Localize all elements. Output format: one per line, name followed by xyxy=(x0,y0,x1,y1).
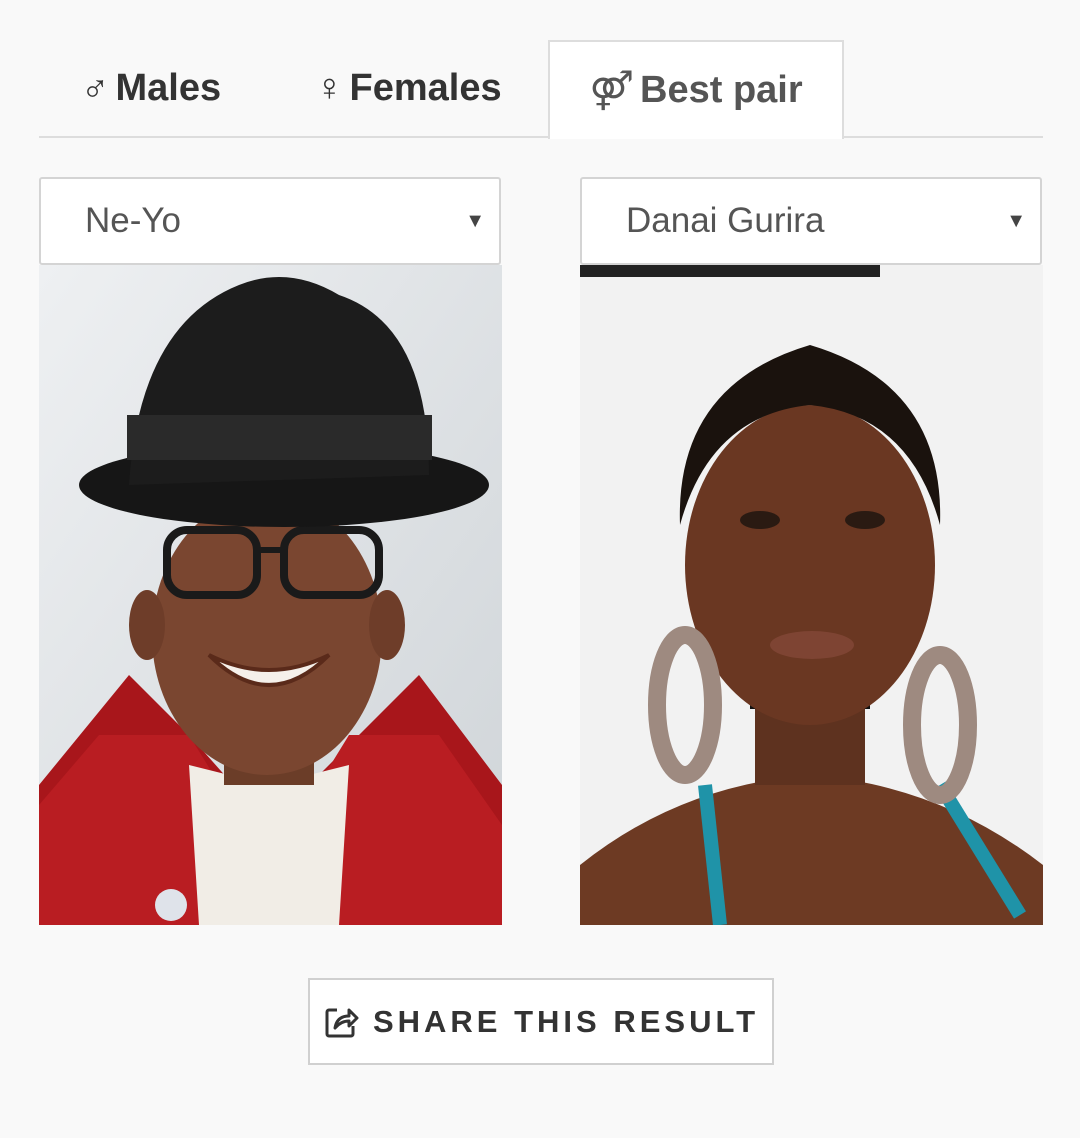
male-symbol-icon: ♂ xyxy=(81,67,110,109)
tab-males-label: Males xyxy=(115,67,222,109)
chevron-down-icon: ▼ xyxy=(465,210,485,232)
female-photo xyxy=(580,265,1043,925)
male-photo xyxy=(39,265,502,925)
tab-best-pair[interactable]: ⚤ Best pair xyxy=(548,40,844,139)
male-select-value: Ne-Yo xyxy=(85,201,181,240)
share-result-label: SHARE THIS RESULT xyxy=(372,1003,760,1039)
tab-females[interactable]: ♀ Females xyxy=(315,40,502,137)
tab-females-label: Females xyxy=(349,67,502,109)
tab-bar: ♂ Males ♀ Females ⚤ Best pair xyxy=(39,40,1043,139)
chevron-down-icon: ▼ xyxy=(1006,210,1026,232)
female-select[interactable]: Danai Gurira ▼ xyxy=(580,177,1042,265)
male-select[interactable]: Ne-Yo ▼ xyxy=(39,177,501,265)
female-symbol-icon: ♀ xyxy=(315,67,344,109)
tab-best-pair-label: Best pair xyxy=(640,69,803,111)
share-result-button[interactable]: SHARE THIS RESULT xyxy=(308,978,774,1065)
tab-males[interactable]: ♂ Males xyxy=(81,40,221,137)
pair-symbol-icon: ⚤ xyxy=(589,70,635,112)
share-icon xyxy=(323,1004,359,1040)
female-select-value: Danai Gurira xyxy=(626,201,825,240)
